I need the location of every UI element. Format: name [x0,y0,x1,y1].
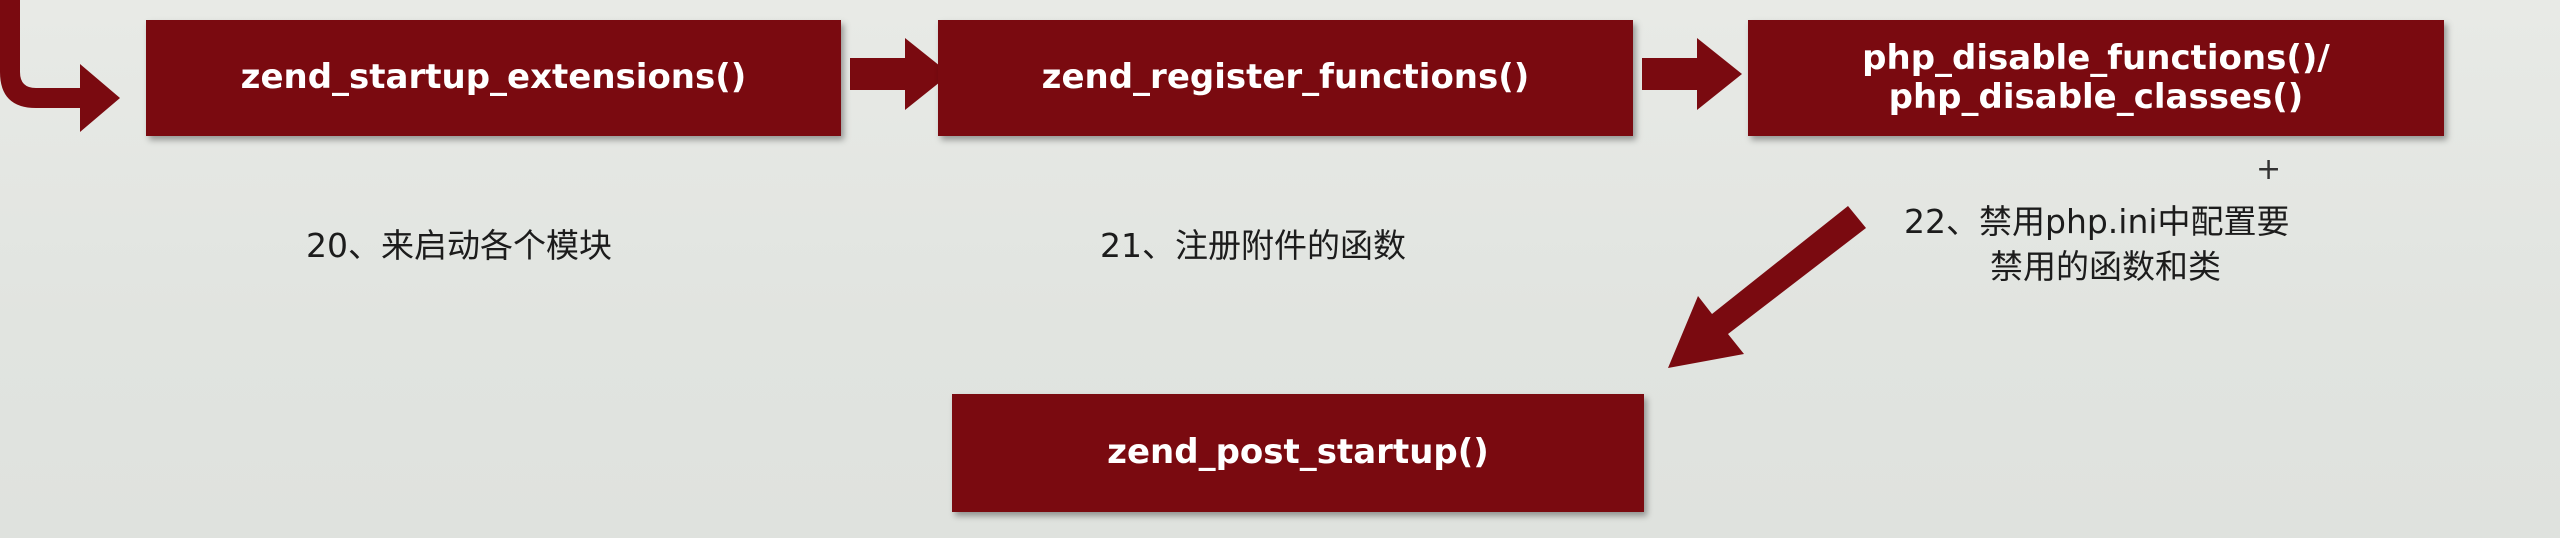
zend-register-functions-label: zend_register_functions() [1041,57,1530,98]
step-20-label: 20、来启动各个模块 [306,226,612,265]
step-21-label: 21、注册附件的函数 [1100,226,1406,265]
arrow-startup-to-register [850,38,950,110]
arrow-disable-to-post-startup [1668,206,1866,368]
php-disable-classes-label: php_disable_classes() [1888,77,2304,117]
flow-diagram: zend_startup_extensions() zend_register_… [0,0,2560,538]
arrow-register-to-disable [1642,38,1742,110]
step-22-line2: 禁用的函数和类 [1990,246,2221,286]
zend-post-startup-box: zend_post_startup() [952,394,1644,512]
step-22-label: 22、禁用php.ini中配置要 禁用的函数和类 [1904,200,2290,289]
zend-startup-extensions-box: zend_startup_extensions() [146,20,841,136]
zend-startup-extensions-label: zend_startup_extensions() [240,57,747,98]
zend-register-functions-box: zend_register_functions() [938,20,1633,136]
step-22-line1: 22、禁用php.ini中配置要 [1904,202,2290,241]
incoming-bent-arrow [0,0,120,132]
zend-post-startup-label: zend_post_startup() [1107,432,1489,473]
php-disable-functions-label: php_disable_functions()/ [1862,37,2330,78]
php-disable-box: php_disable_functions()/ php_disable_cla… [1748,20,2444,136]
plus-mark: + [2256,152,2282,187]
